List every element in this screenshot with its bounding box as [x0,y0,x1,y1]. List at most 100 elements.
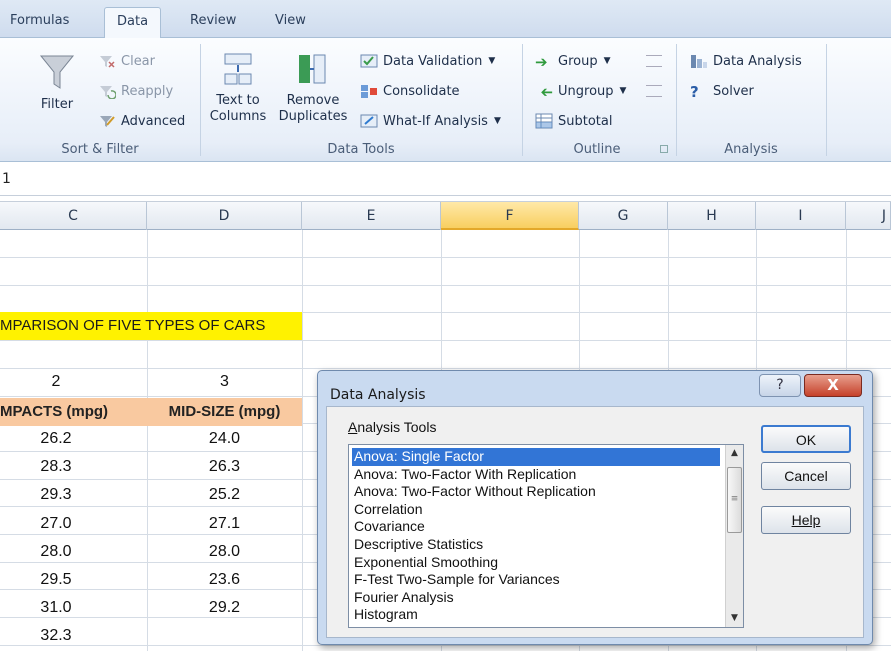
analysis-tool-item[interactable]: Fourier Analysis [352,589,720,607]
dialog-body: Analysis Tools Anova: Single Factor Anova… [326,406,864,638]
ungroup-button[interactable]: ➔ Ungroup ▼ [535,83,627,101]
analysis-tool-item[interactable]: Descriptive Statistics [352,536,720,554]
analysis-tool-item[interactable]: Anova: Two-Factor With Replication [352,466,720,484]
column-header-h[interactable]: H [668,202,756,230]
column-number-cell[interactable]: 2 [0,373,112,391]
analysis-tool-item[interactable]: Anova: Two-Factor Without Replication [352,483,720,501]
mpg-value-cell[interactable]: 32.3 [0,627,112,645]
mpg-value-cell[interactable]: 28.0 [147,543,302,561]
close-button[interactable]: X [804,374,862,397]
analysis-tool-item[interactable]: Covariance [352,518,720,536]
help-button[interactable]: Help [761,506,851,534]
mpg-value-cell[interactable]: 28.3 [0,458,112,476]
analysis-group-label: Analysis [724,142,778,157]
what-if-analysis-button[interactable]: What-If Analysis ▼ [360,113,501,129]
analysis-tools-label: Analysis Tools [348,419,437,435]
analysis-tool-item[interactable]: Exponential Smoothing [352,554,720,572]
hide-detail-icon[interactable] [646,85,662,97]
name-box[interactable]: 1 [2,171,11,187]
reapply-button[interactable]: Reapply [98,83,173,99]
solver-button[interactable]: ? Solver [690,83,754,101]
arrow-right-icon: ➔ [535,53,548,71]
column-header-j[interactable]: J [846,202,891,230]
analysis-tool-item[interactable]: F-Test Two-Sample for Variances [352,571,720,589]
mpg-value-cell[interactable]: 29.5 [0,571,112,589]
mpg-value-cell[interactable]: 28.0 [0,543,112,561]
advanced-filter-icon [100,116,115,127]
arrow-left-icon: ➔ [540,83,553,101]
column-header-i[interactable]: I [756,202,846,230]
reapply-icon [100,86,116,99]
text-to-columns-button[interactable]: Text to Columns [206,52,270,125]
column-header-d[interactable]: D [147,202,302,230]
analysis-tool-item[interactable]: Correlation [352,501,720,519]
column-number-cell[interactable]: 3 [147,373,302,391]
dialog-title: Data Analysis [330,387,426,403]
chevron-down-icon: ▼ [488,56,496,66]
sort-filter-group-label: Sort & Filter [61,142,139,157]
data-analysis-dialog: Data Analysis ? X Analysis Tools Anova: … [317,370,873,645]
consolidate-icon [361,85,377,98]
advanced-filter-button[interactable]: Advanced [98,113,185,129]
remove-duplicates-button[interactable]: Remove Duplicates [276,52,350,125]
scroll-down-icon[interactable]: ▼ [726,610,743,627]
help-title-button[interactable]: ? [759,374,801,397]
ok-button[interactable]: OK [761,425,851,453]
formula-bar[interactable]: 1 [0,163,891,196]
tab-formulas[interactable]: Formulas [10,13,69,28]
column-header-g[interactable]: G [579,202,668,230]
grid-row-line [0,285,891,286]
subtotal-button[interactable]: Subtotal [535,113,612,129]
mpg-value-cell[interactable]: 29.3 [0,486,112,504]
column-header-c[interactable]: C [0,202,147,230]
mpg-value-cell[interactable]: 26.2 [0,430,112,448]
group-divider [200,44,201,156]
grid-row-line [0,368,891,369]
show-detail-icon[interactable] [646,55,662,67]
consolidate-button[interactable]: Consolidate [360,83,460,99]
column-header-e[interactable]: E [302,202,441,230]
scroll-up-icon[interactable]: ▲ [726,445,743,462]
subtotal-icon [535,113,553,129]
mpg-value-cell[interactable]: 23.6 [147,571,302,589]
solver-icon: ? [690,83,699,101]
dialog-launcher-icon[interactable] [660,145,668,153]
data-analysis-button[interactable]: Data Analysis [690,53,802,69]
mpg-value-cell[interactable]: 26.3 [147,458,302,476]
column-header-f[interactable]: F [441,202,579,230]
data-validation-button[interactable]: Data Validation ▼ [360,53,495,69]
remove-duplicates-label: Remove Duplicates [278,93,348,124]
funnel-icon [39,55,75,89]
analysis-tool-item[interactable]: Anova: Single Factor [352,448,720,466]
mpg-value-cell[interactable]: 24.0 [147,430,302,448]
compacts-header-cell[interactable]: MPACTS (mpg) [0,398,147,426]
ribbon: Filter Clear Reapply Advanced Sort & Fil… [0,38,891,162]
group-divider [676,44,677,156]
mpg-value-cell[interactable]: 27.1 [147,515,302,533]
group-divider [826,44,827,156]
mpg-value-cell[interactable]: 29.2 [147,599,302,617]
clear-filter-button[interactable]: Clear [98,53,155,69]
list-scrollbar[interactable]: ▲ ≡ ▼ [725,445,743,627]
tab-review[interactable]: Review [190,13,236,28]
scroll-thumb[interactable]: ≡ [727,467,742,533]
chevron-down-icon: ▼ [603,56,611,66]
chevron-down-icon: ▼ [493,116,501,126]
chevron-down-icon: ▼ [619,86,627,96]
mid-size-header-cell[interactable]: MID-SIZE (mpg) [147,398,302,426]
data-tools-group-label: Data Tools [327,142,395,157]
what-if-icon [360,114,378,128]
group-button[interactable]: ➔ Group ▼ [535,53,611,71]
tab-data[interactable]: Data [104,7,162,39]
analysis-tool-item[interactable]: Histogram [352,606,720,624]
sheet-title-cell[interactable]: MPARISON OF FIVE TYPES OF CARS [0,312,302,340]
filter-button[interactable]: Filter [36,50,78,113]
data-analysis-icon [691,55,707,68]
mpg-value-cell[interactable]: 25.2 [147,486,302,504]
mpg-value-cell[interactable]: 27.0 [0,515,112,533]
analysis-tools-list[interactable]: Anova: Single Factor Anova: Two-Factor Wi… [348,444,744,628]
mpg-value-cell[interactable]: 31.0 [0,599,112,617]
text-to-columns-icon [224,53,252,85]
tab-view[interactable]: View [275,13,306,28]
cancel-button[interactable]: Cancel [761,462,851,490]
